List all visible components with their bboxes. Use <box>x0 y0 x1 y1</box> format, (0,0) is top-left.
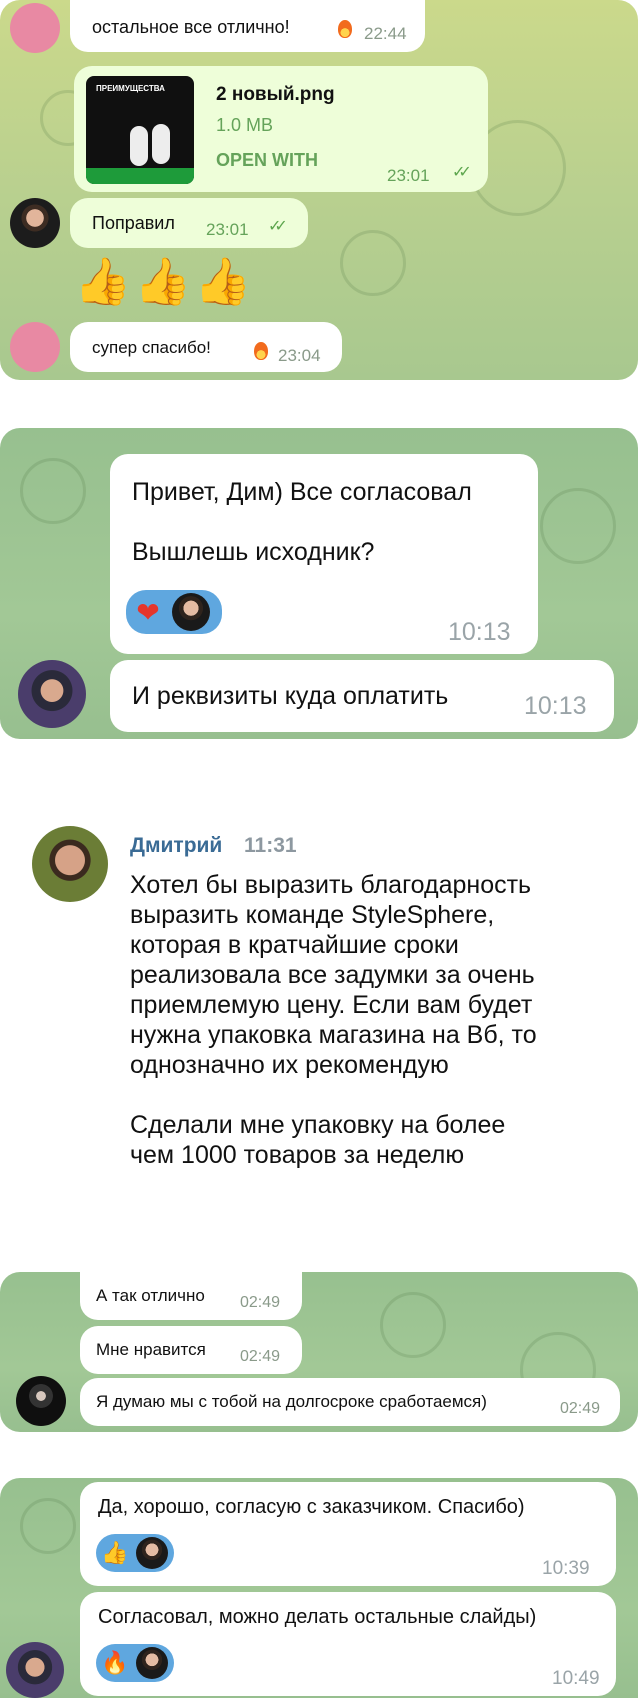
message-bubble[interactable]: Я думаю мы с тобой на долгосроке сработа… <box>80 1378 620 1426</box>
message-bubble[interactable]: А так отлично 02:49 <box>80 1272 302 1320</box>
reaction-avatar <box>136 1647 168 1679</box>
review-card: Дмитрий 11:31 Хотел бы выразить благодар… <box>0 796 640 1216</box>
reactions-pill[interactable]: ❤ <box>126 590 222 634</box>
message-bubble[interactable]: И реквизиты куда оплатить 10:13 <box>110 660 614 732</box>
message-bubble[interactable]: остальное все отлично! 22:44 <box>70 0 425 52</box>
fire-icon: 🔥 <box>101 1650 129 1675</box>
doodle <box>20 458 86 524</box>
message-time: 02:49 <box>560 1400 601 1417</box>
review-line: чем 1000 товаров за неделю <box>130 1141 465 1169</box>
heart-fire-icon: ❤ <box>136 596 160 628</box>
message-bubble[interactable]: Да, хорошо, согласую с заказчиком. Спаси… <box>80 1482 616 1586</box>
read-checkmarks-icon: ✓✓ <box>268 218 288 235</box>
earbuds-image <box>152 124 170 164</box>
message-text: Привет, Дим) Все согласовал <box>132 478 472 506</box>
avatar[interactable] <box>6 1642 64 1698</box>
message-time: 10:49 <box>552 1668 600 1689</box>
message-text: И реквизиты куда оплатить <box>132 682 449 710</box>
review-line: реализовала все задумки за очень <box>130 961 535 989</box>
file-message-bubble[interactable]: ПРЕИМУЩЕСТВА 2 новый.png 1.0 MB OPEN WIT… <box>74 66 488 192</box>
reaction-avatar <box>136 1537 168 1569</box>
review-line: которая в кратчайшие сроки <box>130 931 459 959</box>
message-time: 22:44 <box>364 24 407 43</box>
message-text: супер спасибо! <box>92 338 211 357</box>
fire-icon <box>254 342 268 360</box>
chat-screenshot-1: остальное все отлично! 22:44 ПРЕИМУЩЕСТВ… <box>0 0 638 380</box>
reactions-pill[interactable]: 👍 <box>96 1534 174 1572</box>
doodle <box>20 1498 76 1554</box>
message-text: Вышлешь исходник? <box>132 538 375 566</box>
message-bubble[interactable]: супер спасибо! 23:04 <box>70 322 342 372</box>
message-time: 23:04 <box>278 346 321 365</box>
file-name: 2 новый.png <box>216 84 335 105</box>
message-text: остальное все отлично! <box>92 17 290 37</box>
chat-screenshot-4: Да, хорошо, согласую с заказчиком. Спаси… <box>0 1478 638 1698</box>
message-time: 23:01 <box>387 166 430 185</box>
message-text: А так отлично <box>96 1286 205 1305</box>
reactions-pill[interactable]: 🔥 <box>96 1644 174 1682</box>
avatar[interactable] <box>10 198 60 248</box>
file-thumbnail[interactable]: ПРЕИМУЩЕСТВА <box>86 76 194 184</box>
message-time: 10:13 <box>524 692 587 720</box>
review-line: однозначно их рекомендую <box>130 1051 449 1079</box>
reaction-avatar <box>172 593 210 631</box>
message-text: Да, хорошо, согласую с заказчиком. Спаси… <box>98 1496 525 1518</box>
avatar[interactable] <box>18 660 86 728</box>
avatar[interactable] <box>10 3 60 53</box>
review-text: Хотел бы выразить благодарность выразить… <box>130 870 537 1170</box>
message-bubble[interactable]: Поправил 23:01 ✓✓ <box>70 198 308 248</box>
author-avatar[interactable] <box>32 826 108 902</box>
message-text: Я думаю мы с тобой на долгосроке сработа… <box>96 1392 487 1411</box>
thumbnail-title: ПРЕИМУЩЕСТВА <box>96 84 165 93</box>
review-line: выразить команде StyleSphere, <box>130 901 495 929</box>
message-time: 10:39 <box>542 1558 590 1579</box>
thumbs-up-icon: 👍 <box>101 1540 129 1565</box>
review-line: нужна упаковка магазина на Вб, то <box>130 1021 537 1049</box>
doodle <box>380 1292 446 1358</box>
thumbnail-stripe <box>86 168 194 184</box>
open-with-button[interactable]: OPEN WITH <box>216 150 318 171</box>
review-line: приемлемую цену. Если вам будет <box>130 991 533 1019</box>
doodle <box>340 230 406 296</box>
message-text: Мне нравится <box>96 1340 206 1359</box>
message-text: Поправил <box>92 213 175 233</box>
earbuds-image <box>130 126 148 166</box>
message-time: 10:13 <box>448 618 511 646</box>
thumbs-up-icon: 👍 <box>194 255 252 307</box>
chat-screenshot-2: Привет, Дим) Все согласовал Вышлешь исхо… <box>0 428 638 739</box>
review-line: Хотел бы выразить благодарность <box>130 871 532 899</box>
message-text: Согласовал, можно делать остальные слайд… <box>98 1606 537 1628</box>
message-bubble[interactable]: Согласовал, можно делать остальные слайд… <box>80 1592 616 1696</box>
avatar[interactable] <box>10 322 60 372</box>
review-line: Сделали мне упаковку на более <box>130 1111 506 1139</box>
doodle <box>540 488 616 564</box>
thumbs-up-icon: 👍 <box>74 255 132 307</box>
message-time: 02:49 <box>240 1294 281 1311</box>
author-name[interactable]: Дмитрий <box>130 834 222 858</box>
review-time: 11:31 <box>244 834 297 857</box>
message-bubble[interactable]: Мне нравится 02:49 <box>80 1326 302 1374</box>
read-checkmarks-icon: ✓✓ <box>452 164 472 181</box>
avatar[interactable] <box>16 1376 66 1426</box>
file-size: 1.0 MB <box>216 115 274 135</box>
message-bubble[interactable]: Привет, Дим) Все согласовал Вышлешь исхо… <box>110 454 538 654</box>
message-time: 23:01 <box>206 220 249 239</box>
fire-icon <box>338 20 352 38</box>
chat-screenshot-3: А так отлично 02:49 Мне нравится 02:49 Я… <box>0 1272 638 1432</box>
thumbs-up-icon: 👍 <box>134 255 192 307</box>
message-time: 02:49 <box>240 1348 281 1365</box>
